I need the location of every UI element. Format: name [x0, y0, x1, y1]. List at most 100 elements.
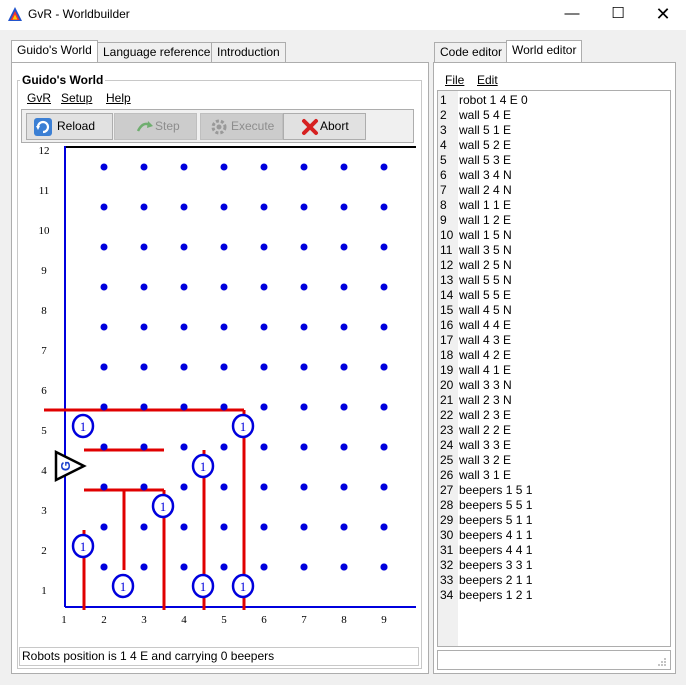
editor-line: 33 beepers 2 1 1: [438, 573, 670, 588]
line-text: wall 1 1 E: [459, 198, 512, 212]
line-text: beepers 1 5 1: [459, 483, 533, 497]
tab-guidos-world[interactable]: Guido's World: [11, 40, 98, 63]
grid-dot: [380, 563, 388, 571]
line-number: 7: [440, 183, 447, 197]
editor-line: 1 robot 1 4 E 0: [438, 93, 670, 108]
editor-line: 25 wall 3 2 E: [438, 453, 670, 468]
grid-dot: [180, 363, 188, 371]
window-title: GvR - Worldbuilder: [28, 7, 130, 21]
beeper-count: 1: [80, 419, 87, 434]
line-number: 28: [440, 498, 454, 512]
y-axis-label: 11: [39, 185, 50, 197]
menu-gvr[interactable]: GvR: [27, 91, 51, 105]
abort-button[interactable]: Abort: [283, 113, 366, 140]
execute-button[interactable]: Execute: [200, 113, 283, 140]
grid-dot: [380, 163, 388, 171]
grid-dot: [180, 283, 188, 291]
line-text: wall 5 2 E: [459, 138, 512, 152]
line-text: wall 2 4 N: [459, 183, 512, 197]
tab-code-editor[interactable]: Code editor: [434, 42, 509, 63]
grid-dot: [140, 483, 148, 491]
beeper-count: 1: [120, 579, 127, 594]
line-number: 8: [440, 198, 447, 212]
editor-line: 26 wall 3 1 E: [438, 468, 670, 483]
resize-grip-icon[interactable]: [657, 657, 667, 667]
grid-dot: [220, 323, 228, 331]
editor-menu-edit-label: Edit: [477, 73, 498, 87]
editor-line: 34 beepers 1 2 1: [438, 588, 670, 603]
reload-button[interactable]: Reload: [26, 113, 113, 140]
line-number: 10: [440, 228, 454, 242]
x-axis-label: 5: [221, 614, 227, 626]
line-text: beepers 4 1 1: [459, 528, 533, 542]
menu-setup[interactable]: Setup: [61, 91, 92, 105]
editor-line: 24 wall 3 3 E: [438, 438, 670, 453]
line-number: 18: [440, 348, 454, 362]
grid-dot: [140, 403, 148, 411]
line-number: 15: [440, 303, 454, 317]
grid-dot: [380, 203, 388, 211]
grid-dot: [260, 523, 268, 531]
world-editor-textarea[interactable]: 1 robot 1 4 E 0 2 wall 5 4 E 3 wall 5 1 E 4 wal…: [437, 90, 671, 647]
editor-menu-edit[interactable]: Edit: [477, 73, 498, 87]
line-number: 30: [440, 528, 454, 542]
line-number: 12: [440, 258, 454, 272]
line-text: beepers 1 2 1: [459, 588, 533, 602]
grid-dot: [220, 203, 228, 211]
grid-dot: [300, 203, 308, 211]
world-canvas[interactable]: 1 2 3 4 5 6 7 8 9 1 2 3 4 5 6 7 8 9 10 11 12 1 1 1 1 1 1 1 1 G: [19, 145, 416, 643]
line-text: wall 3 3 E: [459, 438, 512, 452]
tab-language-reference[interactable]: Language reference: [97, 42, 217, 63]
close-button[interactable]: ✕: [640, 0, 686, 30]
y-axis-label: 5: [41, 425, 47, 437]
beeper-count: 1: [200, 459, 207, 474]
line-text: beepers 3 3 1: [459, 558, 533, 572]
grid-dot: [340, 523, 348, 531]
line-text: wall 3 5 N: [459, 243, 512, 257]
grid-dot: [180, 323, 188, 331]
menu-gvr-label: GvR: [27, 91, 51, 105]
grid-dot: [260, 283, 268, 291]
grid-dot: [100, 323, 108, 331]
grid-dot: [340, 443, 348, 451]
grid-dot: [300, 523, 308, 531]
menu-help[interactable]: Help: [106, 91, 131, 105]
grid-dot: [220, 443, 228, 451]
line-number: 3: [440, 123, 447, 137]
line-number: 14: [440, 288, 454, 302]
editor-line: 32 beepers 3 3 1: [438, 558, 670, 573]
step-button[interactable]: Step: [114, 113, 197, 140]
title-bar: GvR - Worldbuilder — ☐ ✕: [0, 0, 686, 30]
grid-dot: [340, 243, 348, 251]
line-number: 34: [440, 588, 454, 602]
grid-dot: [100, 483, 108, 491]
line-number: 29: [440, 513, 454, 527]
editor-line: 4 wall 5 2 E: [438, 138, 670, 153]
beeper-count: 1: [240, 419, 247, 434]
grid-dot: [300, 483, 308, 491]
editor-menu-file[interactable]: File: [445, 73, 464, 87]
app-logo-icon: [8, 7, 22, 21]
beeper-count: 1: [160, 499, 167, 514]
line-text: wall 2 2 E: [459, 423, 512, 437]
reload-icon: [34, 118, 52, 136]
y-axis-label: 8: [41, 305, 47, 317]
editor-lines: 1 robot 1 4 E 0 2 wall 5 4 E 3 wall 5 1 E 4 wal…: [438, 93, 670, 603]
grid-dot: [340, 323, 348, 331]
minimize-button[interactable]: —: [549, 0, 595, 30]
line-number: 2: [440, 108, 447, 122]
line-text: wall 2 3 E: [459, 408, 512, 422]
y-axis-label: 2: [41, 545, 47, 557]
maximize-button[interactable]: ☐: [595, 0, 641, 30]
line-text: wall 4 5 N: [459, 303, 512, 317]
tab-introduction[interactable]: Introduction: [211, 42, 286, 63]
line-text: wall 1 5 N: [459, 228, 512, 242]
tab-world-editor[interactable]: World editor: [506, 40, 583, 63]
grid-dot: [140, 323, 148, 331]
status-bar: Robots position is 1 4 E and carrying 0 …: [19, 647, 419, 666]
toolbar: Reload Step Execute Abort: [21, 109, 414, 143]
grid-dot: [100, 163, 108, 171]
line-text: beepers 5 1 1: [459, 513, 533, 527]
line-number: 11: [440, 243, 453, 257]
editor-line: 23 wall 2 2 E: [438, 423, 670, 438]
